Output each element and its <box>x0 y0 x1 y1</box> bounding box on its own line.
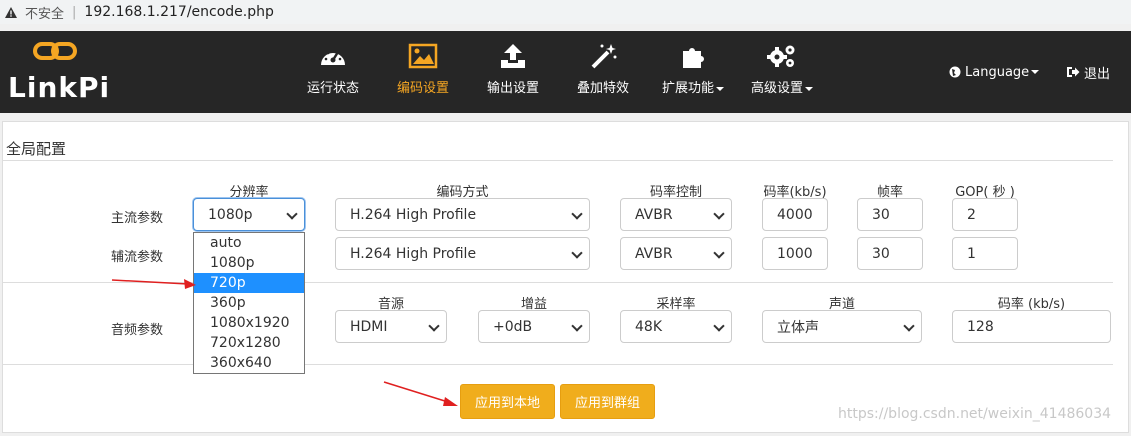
annotation-arrow-icon <box>383 381 458 406</box>
nav-item-advanced[interactable]: 高级设置 <box>746 31 818 113</box>
language-label: Language <box>965 64 1030 80</box>
upload-icon <box>499 41 527 71</box>
nav-item-effects[interactable]: 叠加特效 <box>573 31 633 113</box>
sub-codec-select[interactable]: H.264 High Profile <box>335 237 590 270</box>
warning-icon <box>5 6 17 18</box>
nav-item-label: 高级设置 <box>751 77 813 96</box>
dropdown-option[interactable]: 720x1280 <box>194 333 304 353</box>
audio-samplerate-select[interactable]: 48K <box>620 310 732 343</box>
puzzle-icon <box>679 41 707 71</box>
sub-rate-control-select[interactable]: AVBR <box>620 237 732 270</box>
apply-group-button[interactable]: 应用到群组 <box>560 384 655 419</box>
globe-icon <box>949 66 961 78</box>
divider <box>3 364 1113 365</box>
dropdown-option[interactable]: 1080x1920 <box>194 313 304 333</box>
audio-gain-select[interactable]: +0dB <box>478 310 590 343</box>
sub-stream-label: 辅流参数 <box>111 250 164 265</box>
sub-framerate-input[interactable]: 30 <box>857 237 923 270</box>
audio-source-select[interactable]: HDMI <box>335 310 447 343</box>
nav-item-label: 运行状态 <box>306 81 359 96</box>
magic-wand-icon <box>589 41 617 71</box>
nav-item-label: 输出设置 <box>486 81 539 96</box>
logout-link[interactable]: 退出 <box>1066 31 1110 113</box>
audio-bitrate-input[interactable]: 128 <box>952 310 1111 343</box>
brand-logo[interactable]: LinkPi <box>6 39 109 105</box>
watermark-text: https://blog.csdn.net/weixin_41486034 <box>838 406 1112 422</box>
nav-item-label: 叠加特效 <box>576 81 629 96</box>
main-resolution-select[interactable]: 1080p <box>193 198 305 231</box>
dropdown-option[interactable]: 1080p <box>194 253 304 273</box>
caret-down-icon <box>805 86 813 91</box>
nav-item-output[interactable]: 输出设置 <box>483 31 543 113</box>
main-framerate-input[interactable]: 30 <box>857 198 923 231</box>
nav-item-label: 扩展功能 <box>662 77 724 96</box>
insecure-label: 不安全 <box>25 6 65 22</box>
annotation-arrow-icon <box>111 279 196 289</box>
nav-item-label: 编码设置 <box>396 81 449 96</box>
nav-item-extensions[interactable]: 扩展功能 <box>657 31 729 113</box>
main-rate-control-select[interactable]: AVBR <box>620 198 732 231</box>
main-gop-input[interactable]: 2 <box>952 198 1018 231</box>
dropdown-option[interactable]: 360x640 <box>194 353 304 373</box>
caret-down-icon <box>716 86 724 91</box>
sub-bitrate-input[interactable]: 1000 <box>762 237 828 270</box>
main-bitrate-input[interactable]: 4000 <box>762 198 828 231</box>
main-codec-select[interactable]: H.264 High Profile <box>335 198 590 231</box>
dashboard-icon <box>318 41 348 71</box>
resolution-dropdown-list[interactable]: auto 1080p 720p 360p 1080x1920 720x1280 … <box>193 232 305 374</box>
image-icon <box>408 41 438 71</box>
dropdown-option[interactable]: auto <box>194 233 304 253</box>
audio-label: 音频参数 <box>111 323 164 338</box>
audio-channels-select[interactable]: 立体声 <box>762 310 922 343</box>
logout-label: 退出 <box>1084 66 1111 82</box>
language-menu[interactable]: Language <box>949 31 1040 113</box>
dropdown-option[interactable]: 360p <box>194 293 304 313</box>
url-text[interactable]: 192.168.1.217/encode.php <box>84 4 274 20</box>
dropdown-option-highlighted[interactable]: 720p <box>194 273 304 293</box>
nav-item-encode[interactable]: 编码设置 <box>393 31 453 113</box>
browser-address-bar[interactable]: 不安全 | 192.168.1.217/encode.php <box>0 0 1131 24</box>
separator: | <box>72 4 77 20</box>
chain-link-icon <box>33 41 77 67</box>
logout-icon <box>1066 66 1080 78</box>
top-navbar: LinkPi 运行状态 编码设置 输出设置 叠加特效 扩展功能 高级设置 Lan… <box>0 31 1131 113</box>
gears-icon <box>766 41 798 71</box>
brand-name: LinkPi <box>8 71 111 104</box>
nav-item-status[interactable]: 运行状态 <box>303 31 363 113</box>
divider <box>3 160 1113 161</box>
main-stream-label: 主流参数 <box>111 211 164 226</box>
apply-local-button[interactable]: 应用到本地 <box>460 384 555 419</box>
sub-gop-input[interactable]: 1 <box>952 237 1018 270</box>
panel-title: 全局配置 <box>6 140 67 158</box>
caret-down-icon <box>1031 70 1040 74</box>
